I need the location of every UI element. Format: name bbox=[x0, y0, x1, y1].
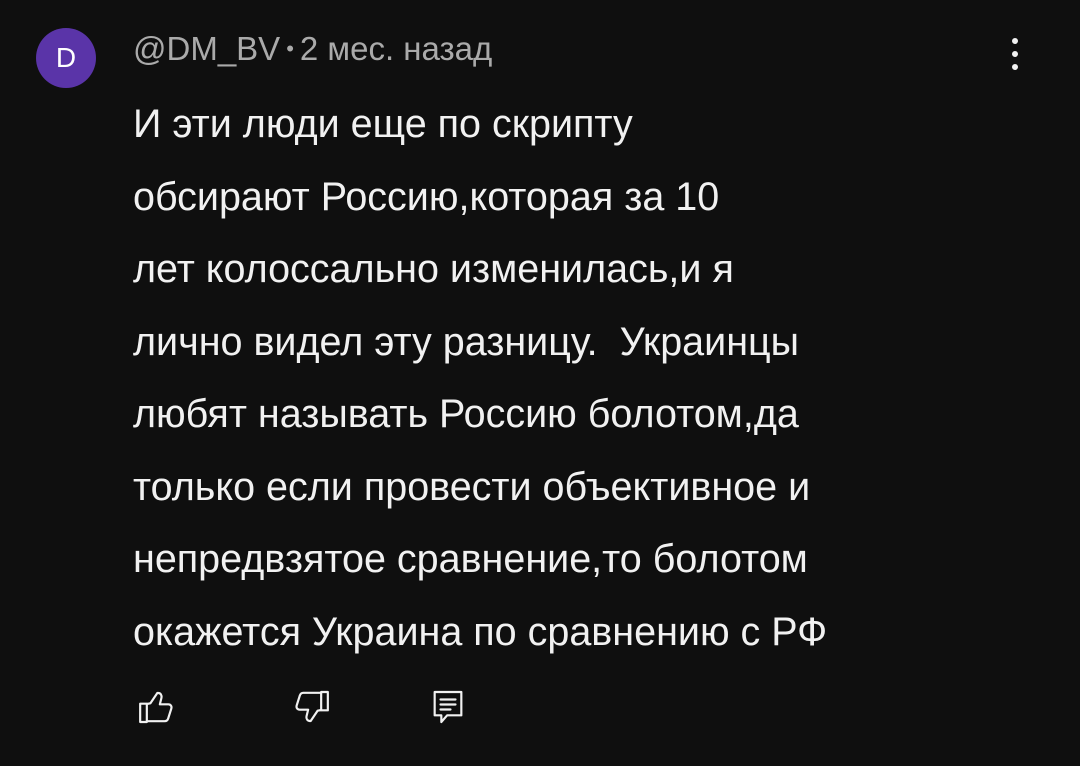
comment-line: любят называть Россию болотом,да bbox=[133, 392, 799, 436]
comment-line: окажется Украина по сравнению с РФ bbox=[133, 609, 828, 654]
comment-line: непредвзятое сравнение,то болотом bbox=[133, 537, 808, 581]
menu-dot bbox=[1012, 64, 1018, 70]
avatar-letter: D bbox=[55, 42, 77, 73]
reply-button[interactable] bbox=[425, 684, 471, 730]
comment-line: обсирают Россию,которая за 10 bbox=[133, 174, 720, 219]
like-button[interactable] bbox=[133, 684, 179, 730]
dislike-button[interactable] bbox=[289, 684, 335, 730]
more-vert-icon[interactable] bbox=[998, 30, 1032, 78]
header-separator: • bbox=[286, 36, 294, 61]
comment-text: И эти люди еще по скрипту обсирают Росси… bbox=[133, 88, 1033, 668]
avatar[interactable]: D bbox=[36, 28, 96, 88]
menu-dot bbox=[1012, 38, 1018, 44]
author-name[interactable]: @DM_BV bbox=[133, 30, 280, 67]
comment-line: лично видел эту разницу. Украинцы bbox=[133, 319, 800, 364]
reply-comment-icon bbox=[433, 690, 463, 724]
thumb-down-icon bbox=[295, 690, 329, 723]
comment-line: И эти люди еще по скрипту bbox=[133, 102, 633, 146]
comment-line: лет колоссально изменилась,и я bbox=[133, 247, 734, 291]
menu-dot bbox=[1012, 51, 1018, 57]
comment-header: @DM_BV • 2 мес. назад bbox=[133, 30, 492, 68]
comment-line: только если провести объективное и bbox=[133, 464, 811, 509]
comment-timestamp[interactable]: 2 мес. назад bbox=[300, 30, 492, 67]
thumb-up-icon bbox=[139, 691, 173, 724]
